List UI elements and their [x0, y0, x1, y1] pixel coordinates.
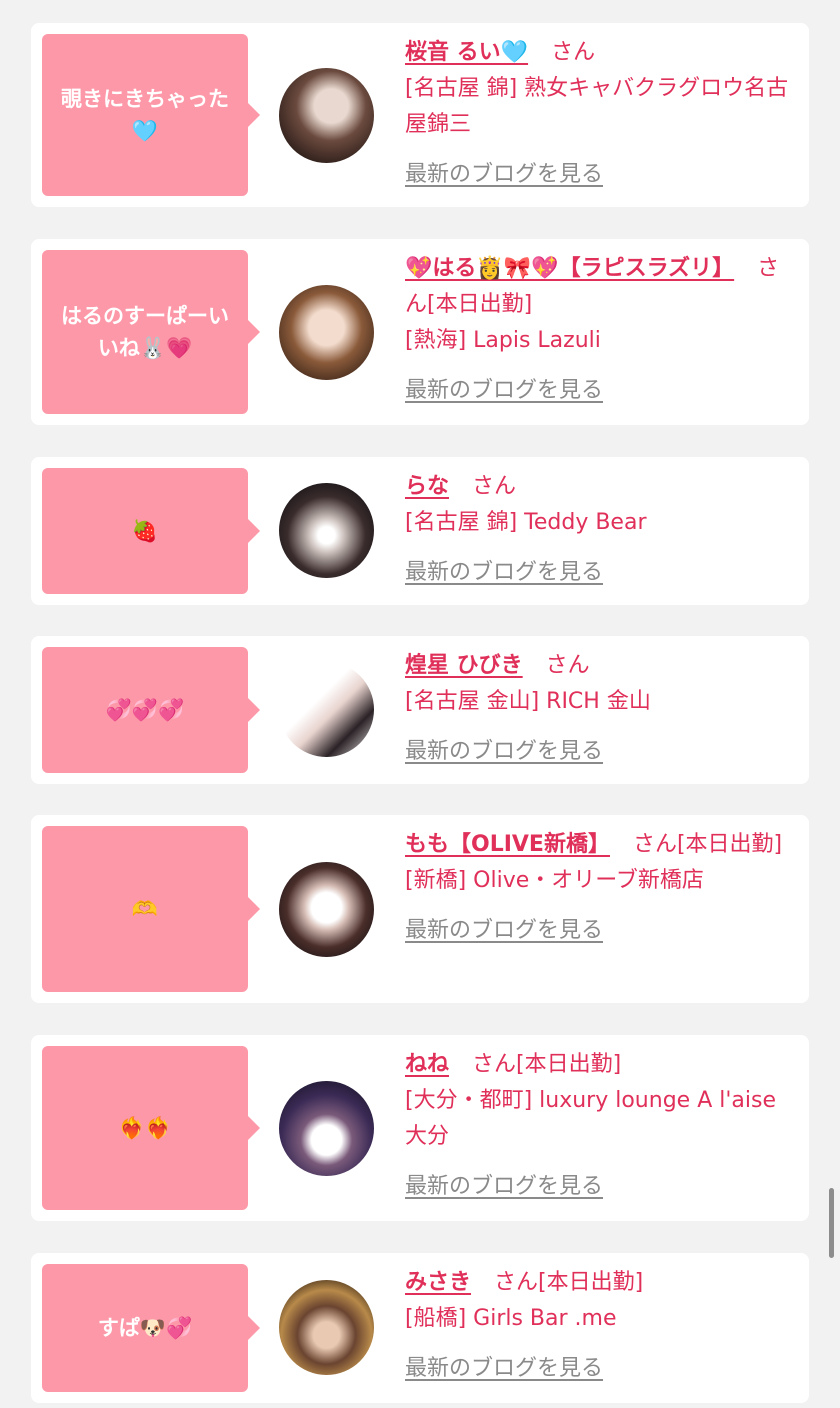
card-info: 桜音 るい🩵 さん [名古屋 錦] 熟女キャバクラグロウ名古屋錦三 最新のブログ…	[405, 35, 793, 193]
comment-bubble: 💞💞💞	[42, 647, 260, 773]
shop-label[interactable]: [大分・都町] luxury lounge A l'aise 大分	[405, 1083, 793, 1155]
comment-text: はるのすーぱーいいね🐰💗	[61, 304, 229, 360]
comment-text: 🫶	[131, 897, 159, 921]
girl-name-link[interactable]: 桜音 るい🩵	[405, 40, 528, 65]
honorific: さん[本日出勤]	[472, 1052, 622, 1077]
comment-bubble: 🫶	[42, 826, 260, 992]
shop-label[interactable]: [船橋] Girls Bar .me	[405, 1301, 793, 1337]
honorific: さん[本日出勤]	[494, 1270, 644, 1295]
honorific: さん	[551, 40, 596, 65]
blog-comment-card: 💞💞💞 煌星 ひびき さん [名古屋 金山] RICH 金山 最新のブログを見る	[31, 636, 809, 784]
avatar[interactable]	[279, 68, 374, 163]
avatar[interactable]	[279, 862, 374, 957]
shop-label[interactable]: [名古屋 金山] RICH 金山	[405, 684, 793, 720]
blog-comment-card: 🍓 らな さん [名古屋 錦] Teddy Bear 最新のブログを見る	[31, 457, 809, 605]
blog-comment-card: 🫶 もも【OLIVE新橋】 さん[本日出勤] [新橋] Olive・オリーブ新橋…	[31, 815, 809, 1003]
card-info: 煌星 ひびき さん [名古屋 金山] RICH 金山 最新のブログを見る	[405, 648, 793, 770]
blog-comment-card: ❤️‍🔥❤️‍🔥 ねね さん[本日出勤] [大分・都町] luxury loun…	[31, 1035, 809, 1221]
card-info: みさき さん[本日出勤] [船橋] Girls Bar .me 最新のブログを見…	[405, 1265, 793, 1387]
latest-blog-link[interactable]: 最新のブログを見る	[405, 373, 603, 409]
comment-text: 覗きにきちゃった🩵	[61, 87, 229, 143]
avatar[interactable]	[279, 483, 374, 578]
shop-label[interactable]: [名古屋 錦] 熟女キャバクラグロウ名古屋錦三	[405, 71, 793, 143]
comment-bubble: ❤️‍🔥❤️‍🔥	[42, 1046, 260, 1210]
avatar[interactable]	[279, 285, 374, 380]
honorific: さん[本日出勤]	[632, 832, 783, 857]
girl-name-link[interactable]: ねね	[405, 1052, 449, 1077]
avatar[interactable]	[279, 662, 374, 757]
blog-comment-card: すぱ🐶💞 みさき さん[本日出勤] [船橋] Girls Bar .me 最新の…	[31, 1253, 809, 1403]
blog-comment-card: 覗きにきちゃった🩵 桜音 るい🩵 さん [名古屋 錦] 熟女キャバクラグロウ名古…	[31, 23, 809, 207]
shop-label[interactable]: [熱海] Lapis Lazuli	[405, 323, 793, 359]
comment-bubble: すぱ🐶💞	[42, 1264, 260, 1392]
latest-blog-link[interactable]: 最新のブログを見る	[405, 1351, 603, 1387]
girl-name-link[interactable]: もも【OLIVE新橋】	[405, 832, 610, 857]
comment-bubble: 覗きにきちゃった🩵	[42, 34, 260, 196]
latest-blog-link[interactable]: 最新のブログを見る	[405, 1169, 603, 1205]
comment-bubble: はるのすーぱーいいね🐰💗	[42, 250, 260, 414]
honorific: さん	[545, 653, 590, 678]
comment-text: 🍓	[131, 519, 159, 543]
avatar[interactable]	[279, 1081, 374, 1176]
comment-text: すぱ🐶💞	[97, 1316, 193, 1340]
latest-blog-link[interactable]: 最新のブログを見る	[405, 913, 603, 949]
latest-blog-link[interactable]: 最新のブログを見る	[405, 555, 603, 591]
latest-blog-link[interactable]: 最新のブログを見る	[405, 734, 603, 770]
shop-label[interactable]: [新橋] Olive・オリーブ新橋店	[405, 863, 793, 899]
blog-comment-card: はるのすーぱーいいね🐰💗 💖はる👸🎀💖【ラピスラズリ】 さん[本日出勤] [熱海…	[31, 239, 809, 425]
comment-bubble: 🍓	[42, 468, 260, 594]
girl-name-link[interactable]: らな	[405, 474, 449, 499]
comment-text: ❤️‍🔥❤️‍🔥	[118, 1116, 172, 1140]
girl-name-link[interactable]: 煌星 ひびき	[405, 653, 523, 678]
avatar[interactable]	[279, 1280, 374, 1375]
girl-name-link[interactable]: みさき	[405, 1270, 471, 1295]
scrollbar-thumb[interactable]	[829, 1188, 834, 1258]
honorific: さん	[472, 474, 517, 499]
card-info: もも【OLIVE新橋】 さん[本日出勤] [新橋] Olive・オリーブ新橋店 …	[405, 827, 793, 949]
shop-label[interactable]: [名古屋 錦] Teddy Bear	[405, 505, 793, 541]
girl-name-link[interactable]: 💖はる👸🎀💖【ラピスラズリ】	[405, 256, 734, 281]
card-info: 💖はる👸🎀💖【ラピスラズリ】 さん[本日出勤] [熱海] Lapis Lazul…	[405, 251, 793, 409]
card-info: らな さん [名古屋 錦] Teddy Bear 最新のブログを見る	[405, 469, 793, 591]
latest-blog-link[interactable]: 最新のブログを見る	[405, 157, 603, 193]
card-info: ねね さん[本日出勤] [大分・都町] luxury lounge A l'ai…	[405, 1047, 793, 1205]
comment-text: 💞💞💞	[105, 698, 185, 722]
